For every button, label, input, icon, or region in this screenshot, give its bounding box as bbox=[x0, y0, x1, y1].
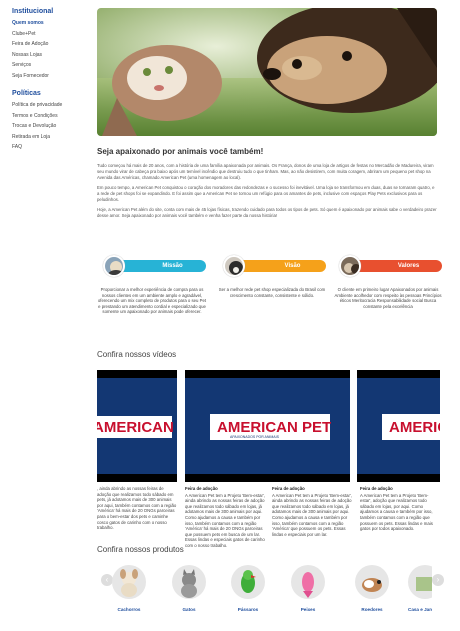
about-paragraph: Tudo começou há mais de 20 anos, com a h… bbox=[97, 163, 434, 180]
hero-image bbox=[97, 8, 437, 136]
home-garden-icon bbox=[408, 565, 432, 599]
video-tagline-text: APAIXONADOS POR ANIMAIS bbox=[230, 435, 280, 439]
product-name: Casa e Jard bbox=[408, 607, 432, 612]
chevron-right-icon[interactable]: › bbox=[432, 574, 444, 586]
video-caption-text: A American Pet tem a Projeto 'Bem-estar'… bbox=[185, 492, 265, 548]
values-pill: Valores bbox=[339, 255, 442, 277]
sidebar-item-clube-pet[interactable]: Clube+Pet bbox=[12, 29, 92, 40]
vision-label: Visão bbox=[284, 263, 301, 269]
product-category[interactable]: Casa e Jard bbox=[408, 565, 432, 612]
dog-icon bbox=[112, 565, 146, 599]
video-caption-text: , ainda abrindo as nossas feiras de adoç… bbox=[97, 486, 177, 531]
product-name: Roedores bbox=[361, 607, 383, 612]
product-category[interactable]: Roedores bbox=[355, 565, 389, 612]
about-title: Seja apaixonado por animais você também! bbox=[97, 147, 264, 156]
vision-pet-icon bbox=[223, 255, 245, 277]
bird-icon bbox=[231, 565, 265, 599]
video-brand-text: AMERICAN PET bbox=[97, 419, 177, 436]
sidebar: Institucional Quem somos Clube+Pet Feira… bbox=[12, 8, 92, 153]
fish-icon bbox=[291, 565, 325, 599]
sidebar-item-feira-adocao[interactable]: Feira de Adoção bbox=[12, 39, 92, 50]
values-label: Valores bbox=[397, 263, 420, 269]
video-caption-title: Feira de adoção bbox=[185, 486, 218, 491]
sidebar-item-privacidade[interactable]: Política de privacidade bbox=[12, 100, 92, 111]
video-caption-text: A American Pet tem a Projeto 'Bem-estar'… bbox=[272, 492, 352, 537]
video-thumbnail[interactable]: AMERICAN PET bbox=[97, 370, 177, 482]
product-category[interactable]: Pássaros bbox=[231, 565, 265, 612]
videos-title: Confira nossos vídeos bbox=[97, 350, 177, 359]
video-thumbnail[interactable]: AMERICAN PET APAIXONADOS POR ANIMAIS bbox=[185, 370, 350, 482]
product-name: Pássaros bbox=[237, 607, 259, 612]
video-caption: Feira de adoção A American Pet tem a Pro… bbox=[360, 486, 438, 532]
video-caption: , ainda abrindo as nossas feiras de adoç… bbox=[97, 486, 177, 531]
product-name: Peixes bbox=[300, 607, 316, 612]
values-text: O cliente em primeiro lugar Apaixonados … bbox=[334, 287, 442, 309]
vision-pill: Visão bbox=[223, 255, 326, 277]
sidebar-item-servicos[interactable]: Serviços bbox=[12, 60, 92, 71]
product-name: Cachorros bbox=[117, 607, 141, 612]
sidebar-heading-politicas: Políticas bbox=[12, 90, 41, 97]
mission-dog-icon bbox=[103, 255, 125, 277]
product-name: Gatos bbox=[182, 607, 196, 612]
about-paragraph: Em pouco tempo, a American Pet conquisto… bbox=[97, 185, 435, 202]
product-category[interactable]: Cachorros bbox=[112, 565, 146, 612]
mission-label: Missão bbox=[162, 263, 183, 269]
video-caption-text: A American Pet tem a Projeto 'Bem-estar'… bbox=[360, 492, 433, 532]
sidebar-item-seja-fornecedor[interactable]: Seja Fornecedor bbox=[12, 71, 92, 82]
video-brand-text: AMERICAN PET bbox=[389, 419, 440, 436]
sidebar-heading-institucional: Institucional bbox=[12, 8, 54, 15]
video-brand-text: AMERICAN PET bbox=[217, 419, 331, 436]
sidebar-item-termos[interactable]: Termos e Condições bbox=[12, 111, 92, 122]
products-title: Confira nossos produtos bbox=[97, 545, 184, 554]
mission-pill: Missão bbox=[103, 255, 206, 277]
video-caption-title: Feira de adoção bbox=[272, 486, 305, 491]
video-thumbnail[interactable]: AMERICAN PET bbox=[357, 370, 440, 482]
product-category[interactable]: Gatos bbox=[172, 565, 206, 612]
rodent-icon bbox=[355, 565, 389, 599]
sidebar-item-faq[interactable]: FAQ bbox=[12, 142, 92, 153]
video-caption-title: Feira de adoção bbox=[360, 486, 393, 491]
values-pets-icon bbox=[339, 255, 361, 277]
sidebar-item-nossas-lojas[interactable]: Nossas Lojas bbox=[12, 50, 92, 61]
video-caption: Feira de adoção A American Pet tem a Pro… bbox=[272, 486, 352, 537]
about-paragraph: Hoje, a American Pet além do site, conta… bbox=[97, 207, 437, 218]
vision-text: Ser a melhor rede pet shop especializada… bbox=[218, 287, 326, 298]
cat-icon bbox=[172, 565, 206, 599]
mission-text: Proporcionar a melhor experiência de com… bbox=[97, 287, 207, 315]
sidebar-item-trocas[interactable]: Trocas e Devolução bbox=[12, 121, 92, 132]
about-section: Seja apaixonado por animais você também!… bbox=[97, 147, 437, 223]
sidebar-item-retirada[interactable]: Retirada em Loja bbox=[12, 132, 92, 143]
video-caption: Feira de adoção A American Pet tem a Pro… bbox=[185, 486, 265, 549]
sidebar-item-quem-somos[interactable]: Quem somos bbox=[12, 18, 92, 29]
product-category[interactable]: Peixes bbox=[291, 565, 325, 612]
